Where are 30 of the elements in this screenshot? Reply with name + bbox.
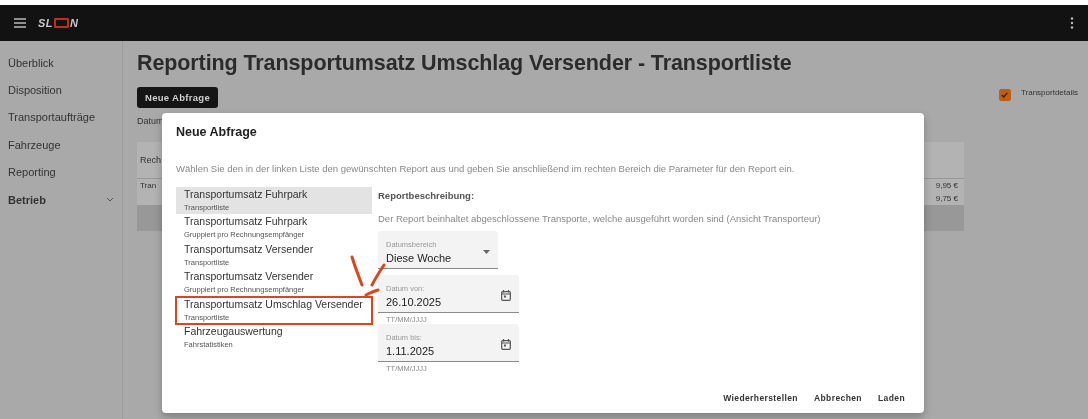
table-cell: Tran — [140, 181, 157, 190]
table-cell: 9,75 € — [935, 194, 958, 203]
sidebar-item[interactable]: Überblick — [0, 49, 122, 77]
logo-text: N — [70, 17, 79, 29]
sidebar-item[interactable]: Transportaufträge — [0, 103, 122, 132]
new-query-button[interactable]: Neue Abfrage — [137, 87, 218, 108]
dialog-button[interactable]: Wiederherstellen — [718, 389, 803, 407]
calendar-icon[interactable] — [501, 339, 511, 350]
logo-text: SL — [38, 17, 54, 29]
dialog-title: Neue Abfrage — [176, 125, 258, 139]
sidebar-item[interactable]: Betrieb — [0, 185, 122, 214]
description-text: Der Report beinhaltet abgeschlossene Transporte, welche ausgeführt worden sind (Ansicht Transporteur) — [378, 213, 822, 224]
description-heading: Reportbeschreibung: — [378, 190, 476, 201]
menu-icon[interactable] — [14, 18, 26, 28]
sidebar-item[interactable]: Disposition — [0, 76, 122, 104]
page-title: Reporting Transportumsatz Umschlag Versender - Transportliste — [137, 51, 793, 76]
sidebar-item[interactable]: Reporting — [0, 158, 122, 186]
column-header: Rech — [140, 155, 161, 165]
dialog-instructions: Wählen Sie den in der linken Liste den gewünschten Report aus und geben Sie anschließend im rechten Bereich die Parameter für den Report ein. — [176, 163, 796, 174]
checkbox-label: Transportdetails — [1020, 88, 1078, 97]
calendar-icon[interactable] — [501, 290, 511, 301]
caret-icon — [483, 249, 490, 254]
dialog-button[interactable]: Laden — [872, 389, 910, 407]
chevron-icon — [106, 197, 114, 203]
checkbox[interactable] — [998, 89, 1011, 101]
logo-mark-icon — [54, 18, 70, 28]
dialog-button[interactable]: Abbrechen — [808, 389, 867, 407]
table-cell: 9,95 € — [935, 181, 958, 190]
sidebar-item[interactable]: Fahrzeuge — [0, 131, 122, 159]
more-icon[interactable] — [1070, 17, 1074, 29]
